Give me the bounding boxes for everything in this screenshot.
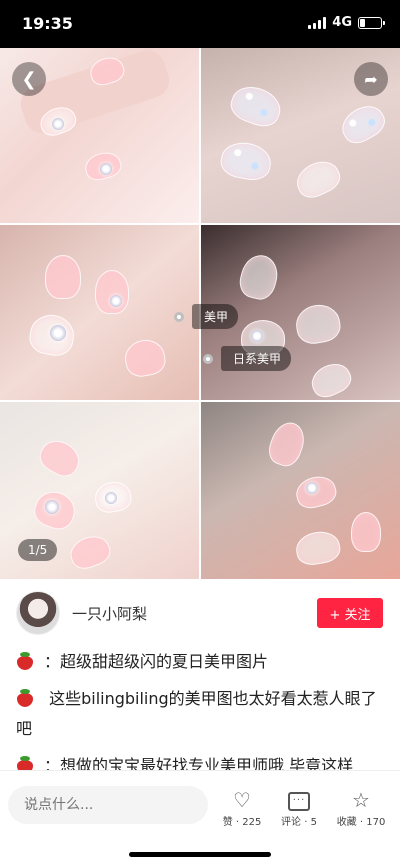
- comment-input[interactable]: [8, 786, 208, 824]
- image-tag[interactable]: 美甲: [174, 304, 239, 329]
- share-button[interactable]: ➦: [354, 62, 388, 96]
- signal-icon: [308, 16, 327, 29]
- battery-icon: [358, 16, 385, 29]
- collect-count: 收藏 · 170: [336, 817, 386, 828]
- star-icon: ☆: [352, 788, 370, 812]
- back-button[interactable]: ❮: [12, 62, 46, 96]
- network-label: 4G: [332, 15, 352, 30]
- status-indicators: 4G: [308, 15, 385, 30]
- collect-button[interactable]: ☆ 收藏 · 170: [335, 787, 387, 828]
- heart-icon: ♡: [233, 788, 251, 812]
- tag-label: 美甲: [192, 304, 239, 329]
- strawberry-icon: [16, 652, 34, 670]
- nail-photo-3: [0, 225, 199, 400]
- like-count: 赞 · 225: [222, 817, 262, 828]
- status-bar: 19:35 4G: [0, 0, 400, 48]
- author-name[interactable]: 一只小阿梨: [72, 603, 147, 624]
- comment-icon: ···: [273, 787, 325, 813]
- image-gallery[interactable]: 美甲 日系美甲: [0, 48, 400, 579]
- chevron-left-icon: ❮: [21, 68, 37, 90]
- author-info[interactable]: 一只小阿梨: [16, 591, 147, 635]
- tag-label: 日系美甲: [221, 346, 292, 371]
- image-tag[interactable]: 日系美甲: [203, 346, 292, 371]
- post-line: ：超级甜超级闪的夏日美甲图片: [16, 647, 384, 677]
- follow-button[interactable]: + 关注: [317, 598, 383, 628]
- share-icon: ➦: [364, 69, 378, 89]
- post-body: ：超级甜超级闪的夏日美甲图片 这些bilingbiling的美甲图也太好看太惹人…: [16, 647, 384, 788]
- comment-button[interactable]: ··· 评论 · 5: [273, 787, 325, 828]
- strawberry-icon: [16, 689, 34, 707]
- status-time: 19:35: [22, 14, 73, 33]
- tag-dot-icon: [203, 353, 213, 364]
- nail-photo-6: [201, 402, 400, 579]
- like-button[interactable]: ♡ 赞 · 225: [216, 787, 268, 828]
- avatar[interactable]: [16, 591, 60, 635]
- image-counter: 1/5: [18, 539, 58, 561]
- comment-count: 评论 · 5: [281, 817, 317, 828]
- home-indicator: [129, 852, 271, 857]
- post-line: 这些bilingbiling的美甲图也太好看太惹人眼了吧: [16, 689, 377, 738]
- tag-dot-icon: [174, 311, 184, 322]
